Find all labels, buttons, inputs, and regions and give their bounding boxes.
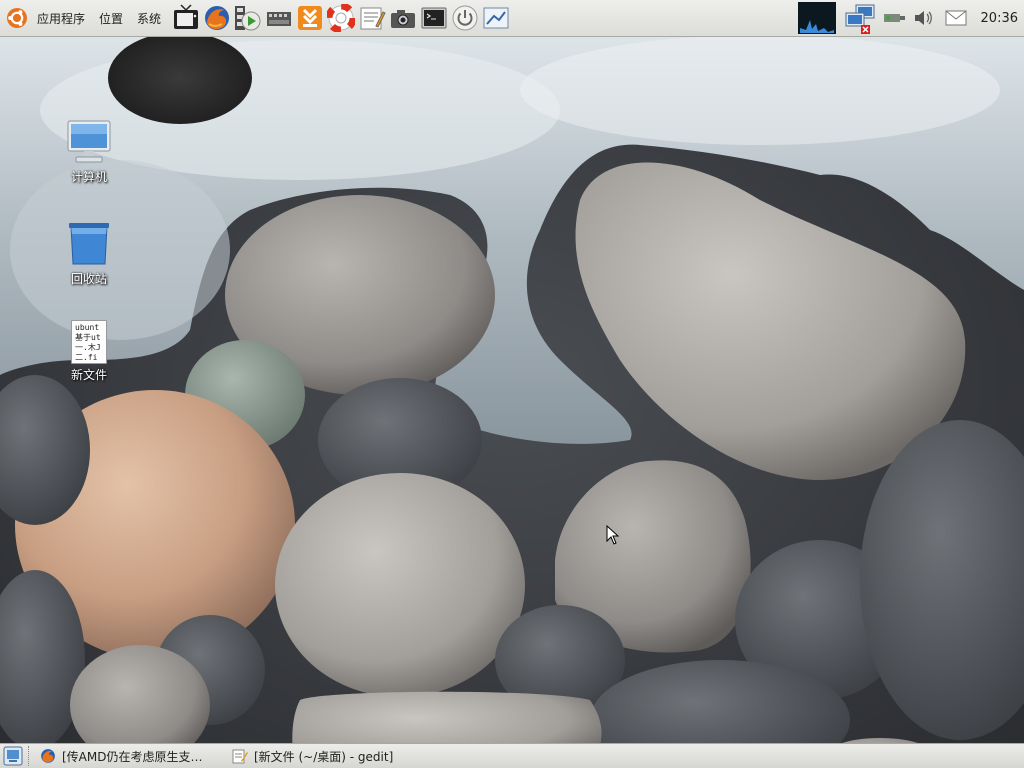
gedit-icon <box>232 748 248 764</box>
taskbar-button-firefox[interactable]: [传AMD仍在考虑原生支… <box>36 745 222 767</box>
network-tool-icon[interactable] <box>480 3 511 34</box>
volume-icon[interactable] <box>909 0 939 36</box>
trash-icon <box>69 223 109 265</box>
taskbar-button-label: [传AMD仍在考虑原生支… <box>62 749 203 764</box>
launcher-bar <box>170 3 511 34</box>
desktop-icon-label: 计算机 <box>70 170 107 184</box>
desktop-icon-computer[interactable]: 计算机 <box>49 118 129 185</box>
file-preview-line: 二.fi <box>75 353 98 362</box>
mail-icon[interactable] <box>939 0 973 36</box>
taskbar-button-gedit[interactable]: [新文件 (~/桌面) - gedit] <box>228 745 397 767</box>
computer-icon <box>67 120 111 163</box>
firefox-icon[interactable] <box>201 3 232 34</box>
text-editor-icon[interactable] <box>356 3 387 34</box>
desktop-icon-label: 回收站 <box>70 272 107 286</box>
network-status-icon[interactable] <box>843 0 879 36</box>
usb-device-icon[interactable] <box>879 0 909 36</box>
taskbar-button-label: [新文件 (~/桌面) - gedit] <box>254 749 394 764</box>
menu-system[interactable]: 系统 <box>130 10 168 27</box>
system-monitor-icon[interactable] <box>797 0 837 36</box>
terminal-icon[interactable] <box>418 3 449 34</box>
menu-places[interactable]: 位置 <box>92 10 130 27</box>
file-preview-line: 基于ut <box>75 333 101 342</box>
film-icon[interactable] <box>263 3 294 34</box>
download-icon[interactable] <box>294 3 325 34</box>
clock[interactable]: 20:36 <box>973 11 1024 26</box>
mouse-cursor-icon <box>606 525 620 545</box>
text-file-icon: ubunt 基于ut 一.木J 二.fi <box>71 320 107 364</box>
menu-applications[interactable]: 应用程序 <box>30 10 92 27</box>
desktop-icon-new-file[interactable]: ubunt 基于ut 一.木J 二.fi 新文件 <box>49 320 129 383</box>
show-desktop-icon[interactable] <box>2 745 24 767</box>
help-lifebuoy-icon[interactable] <box>325 3 356 34</box>
firefox-icon <box>40 748 56 764</box>
desktop-wallpaper <box>0 0 1024 768</box>
bottom-panel: [传AMD仍在考虑原生支… [新文件 (~/桌面) - gedit] <box>0 743 1024 768</box>
media-player-icon[interactable] <box>232 3 263 34</box>
system-tray: 20:36 <box>797 0 1024 36</box>
ubuntu-logo-icon[interactable] <box>4 5 30 31</box>
desktop-icon-label: 新文件 <box>70 368 107 382</box>
desktop-icon-trash[interactable]: 回收站 <box>49 220 129 287</box>
file-preview-line: ubunt <box>75 323 100 332</box>
camera-icon[interactable] <box>387 3 418 34</box>
tv-icon[interactable] <box>170 3 201 34</box>
file-preview-line: 一.木J <box>75 343 101 352</box>
panel-separator <box>28 746 30 766</box>
top-panel: 应用程序 位置 系统 20:36 <box>0 0 1024 37</box>
power-icon[interactable] <box>449 3 480 34</box>
